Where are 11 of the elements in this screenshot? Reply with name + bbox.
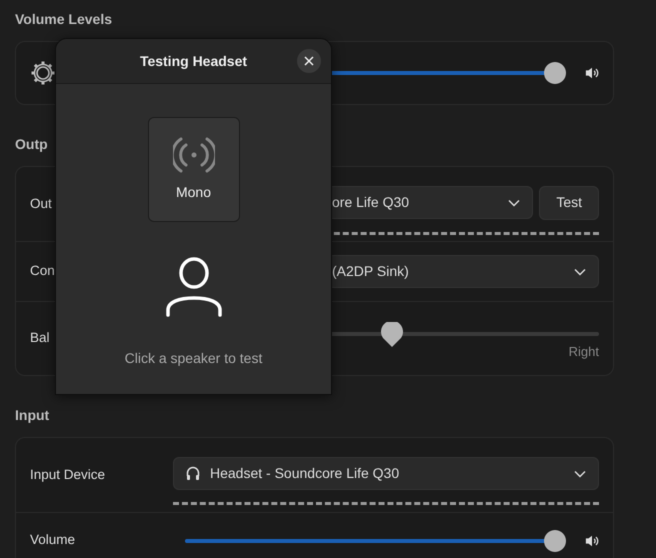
row-label: Volume <box>30 532 76 548</box>
row-label: Out <box>30 196 52 211</box>
section-title: Outp <box>15 135 49 154</box>
row-label: Con <box>30 263 55 278</box>
row-label: Bal <box>30 330 50 346</box>
scale-label: Right <box>568 342 599 361</box>
section-title: Volume Levels <box>15 10 114 29</box>
row-label: Input Device <box>30 466 106 482</box>
section-title: Input <box>15 406 50 425</box>
dialog-title: Testing Headset <box>140 52 248 71</box>
hint-text: Click a speaker to test <box>124 349 262 368</box>
